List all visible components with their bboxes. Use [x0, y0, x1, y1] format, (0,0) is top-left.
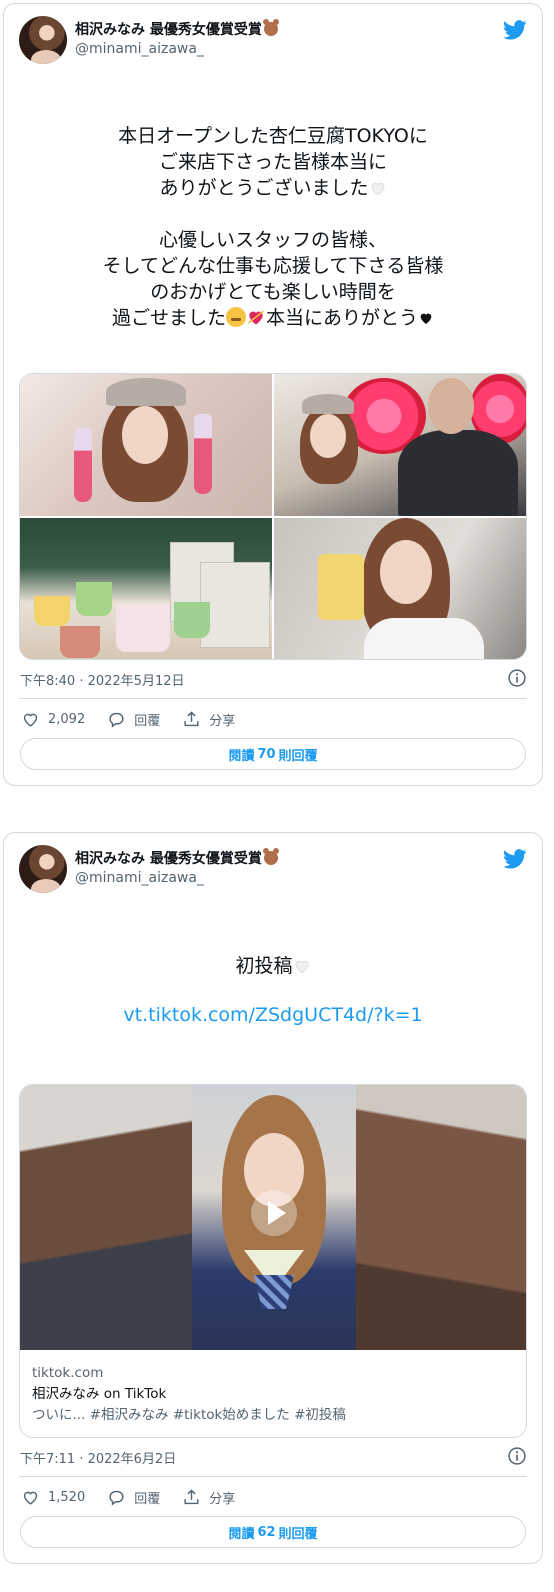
share-label: 分享: [209, 1491, 236, 1507]
card-title: 相沢みなみ on TikTok: [32, 1386, 167, 1402]
reply-icon: [109, 712, 124, 728]
thumbnail-right-panel: [356, 1085, 526, 1350]
teddy-bear-icon: [262, 848, 279, 865]
twitter-bird-icon[interactable]: [503, 847, 527, 871]
user-handle[interactable]: @minami_aizawa_: [75, 869, 278, 887]
card-info: tiktok.com 相沢みなみ on TikTok ついに... #相沢みなみ…: [32, 1363, 514, 1426]
avatar[interactable]: [19, 16, 67, 64]
like-count: 1,520: [48, 1489, 86, 1505]
share-label: 分享: [209, 713, 236, 729]
read-replies-button[interactable]: 閱讀 62 則回覆: [20, 1516, 526, 1548]
divider: [19, 698, 527, 699]
tweet-link-row: vt.tiktok.com/ZSdgUCT4d/?k=1: [24, 1002, 522, 1028]
reply-label: 回覆: [134, 1491, 161, 1507]
reply-button[interactable]: 回覆: [107, 710, 160, 729]
pleading-face-icon: [226, 307, 246, 327]
divider: [19, 1476, 527, 1477]
heart-outline-icon: [23, 713, 38, 727]
share-button[interactable]: 分享: [182, 1488, 235, 1507]
photo-3[interactable]: [20, 517, 272, 659]
read-replies-button[interactable]: 閱讀 70 則回覆: [20, 738, 526, 770]
tiktok-link[interactable]: vt.tiktok.com/ZSdgUCT4d/?k=1: [24, 1002, 522, 1028]
link-preview-card[interactable]: tiktok.com 相沢みなみ on TikTok ついに... #相沢みなみ…: [19, 1084, 527, 1438]
play-icon[interactable]: [251, 1190, 297, 1236]
info-icon[interactable]: [507, 668, 527, 688]
tweet-timestamp[interactable]: 下午7:11 · 2022年6月2日: [20, 1448, 176, 1467]
like-button[interactable]: 1,520: [21, 1488, 85, 1507]
tweet-text: 本日オープンした杏仁豆腐TOKYOに ご来店下さった皆様本当に ありがとうござい…: [102, 125, 444, 329]
black-heart-icon: [420, 313, 432, 324]
white-heart-icon: [295, 960, 308, 974]
heart-outline-icon: [23, 1491, 38, 1505]
info-icon[interactable]: [507, 1446, 527, 1466]
display-name[interactable]: 相沢みなみ 最優秀女優賞受賞: [75, 19, 279, 40]
video-thumbnail[interactable]: [20, 1085, 526, 1350]
tweet-text: 初投稿: [24, 953, 522, 979]
twitter-bird-icon[interactable]: [503, 18, 527, 42]
like-button[interactable]: 2,092: [21, 710, 85, 729]
photo-1[interactable]: [20, 374, 272, 516]
reply-icon: [109, 1490, 124, 1506]
heart-with-arrow-icon: [247, 310, 265, 325]
photo-2[interactable]: [274, 374, 526, 516]
white-heart-icon: [371, 182, 384, 196]
display-name[interactable]: 相沢みなみ 最優秀女優賞受賞: [75, 848, 279, 869]
thumbnail-center-panel: [192, 1085, 356, 1350]
reply-count: 62: [257, 1524, 276, 1540]
card-domain: tiktok.com: [32, 1365, 104, 1381]
photo-4[interactable]: [274, 517, 526, 659]
photo-grid: [19, 373, 527, 660]
tweet-timestamp[interactable]: 下午8:40 · 2022年5月12日: [20, 670, 185, 689]
like-count: 2,092: [48, 711, 86, 727]
teddy-bear-icon: [262, 19, 279, 36]
card-description: ついに... #相沢みなみ #tiktok始めました #初投稿: [32, 1407, 346, 1423]
tweet-header: 相沢みなみ 最優秀女優賞受賞 @minami_aizawa_: [19, 845, 527, 895]
tweet-card[interactable]: 相沢みなみ 最優秀女優賞受賞 @minami_aizawa_ 初投稿 vt.ti…: [3, 832, 543, 1564]
tweet-card[interactable]: 相沢みなみ 最優秀女優賞受賞 @minami_aizawa_ 本日オープンした杏…: [3, 3, 543, 786]
reply-count: 70: [257, 746, 276, 762]
tweet-header: 相沢みなみ 最優秀女優賞受賞 @minami_aizawa_: [19, 16, 527, 66]
share-icon: [184, 710, 199, 726]
author-block[interactable]: 相沢みなみ 最優秀女優賞受賞 @minami_aizawa_: [75, 848, 279, 887]
share-icon: [184, 1488, 199, 1504]
reply-label: 回覆: [134, 713, 161, 729]
action-bar: 1,520 回覆 分享: [21, 1486, 257, 1508]
user-handle[interactable]: @minami_aizawa_: [75, 40, 278, 58]
avatar[interactable]: [19, 845, 67, 893]
reply-button[interactable]: 回覆: [107, 1488, 160, 1507]
author-block[interactable]: 相沢みなみ 最優秀女優賞受賞 @minami_aizawa_: [75, 19, 279, 58]
action-bar: 2,092 回覆 分享: [21, 708, 257, 730]
thumbnail-left-panel: [20, 1085, 192, 1350]
share-button[interactable]: 分享: [182, 710, 235, 729]
